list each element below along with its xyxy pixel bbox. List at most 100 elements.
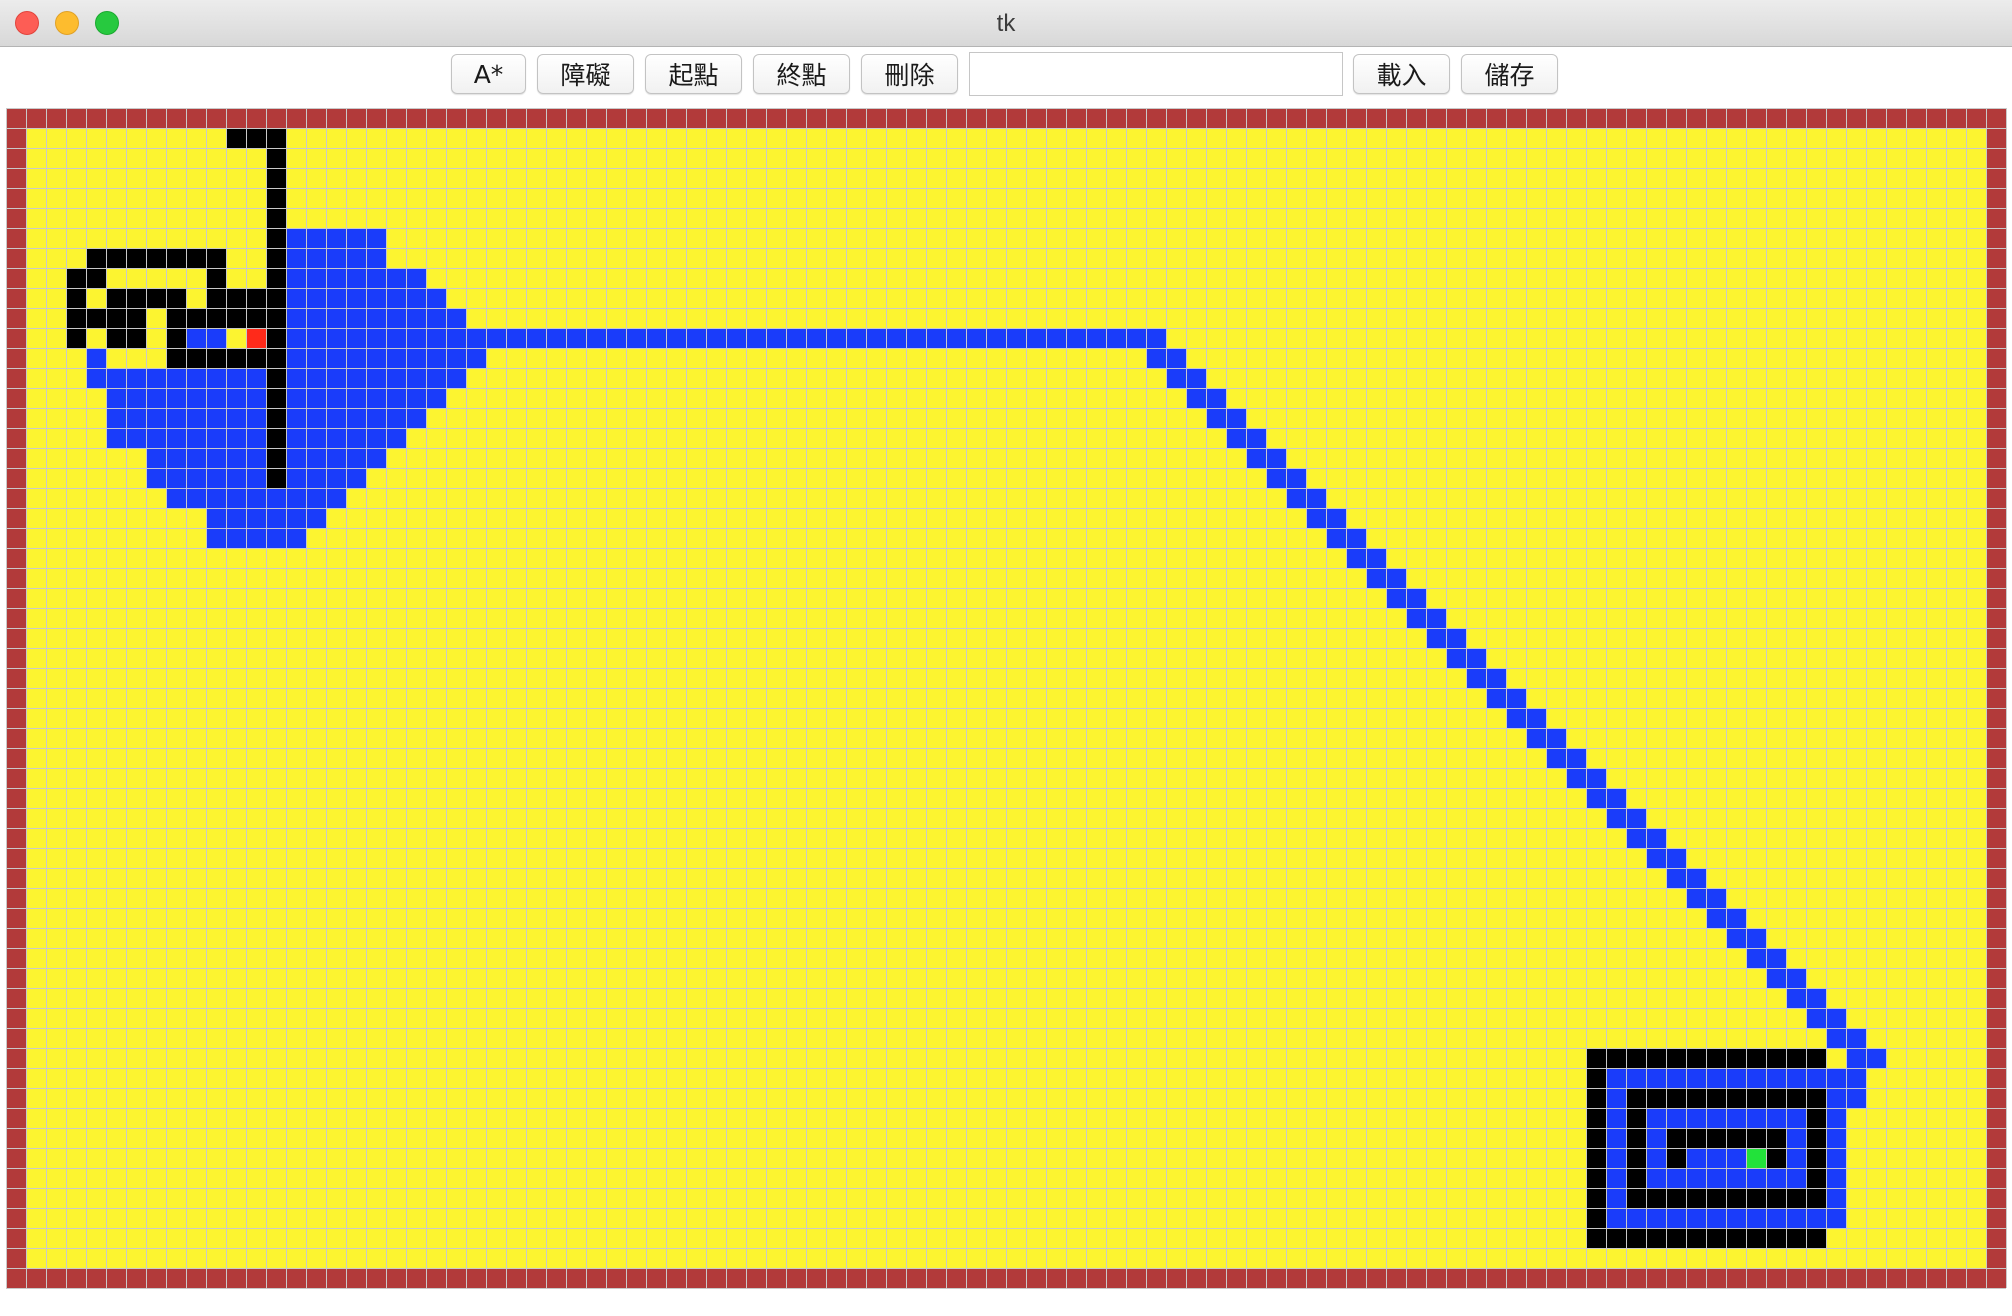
- grid-cell-explored: [386, 388, 406, 408]
- grid-cell-border: [246, 108, 266, 128]
- grid-cell-border: [1986, 668, 2006, 688]
- grid-cell-explored: [346, 368, 366, 388]
- grid-cell-border: [6, 728, 26, 748]
- grid-cell-explored: [1726, 1068, 1746, 1088]
- grid-cell-border: [146, 108, 166, 128]
- obstacle-button[interactable]: 障礙: [537, 54, 634, 94]
- grid-cell-explored: [346, 288, 366, 308]
- grid-cell-border: [1986, 1028, 2006, 1048]
- app-window: tk A* 障礙 起點 終點 刪除 載入 儲存: [0, 0, 2012, 1316]
- grid-cell-explored: [1706, 1148, 1726, 1168]
- save-button[interactable]: 儲存: [1461, 54, 1558, 94]
- grid-cell-explored: [1486, 688, 1506, 708]
- grid-cell-explored: [1646, 1208, 1666, 1228]
- grid-cell-border: [546, 1268, 566, 1288]
- grid-cell-explored: [1646, 1128, 1666, 1148]
- grid-cell-explored: [126, 408, 146, 428]
- grid-cell-obstacle: [1666, 1188, 1686, 1208]
- grid-cell-explored: [186, 468, 206, 488]
- grid-cell-border: [366, 108, 386, 128]
- grid-cell-explored: [166, 368, 186, 388]
- start-point-button[interactable]: 起點: [645, 54, 742, 94]
- grid-cell-explored: [226, 368, 246, 388]
- grid-cell-border: [6, 128, 26, 148]
- grid-cell-explored: [286, 228, 306, 248]
- grid-cell-explored: [1846, 1048, 1866, 1068]
- grid-cell-explored: [286, 308, 306, 328]
- grid-cell-border: [826, 108, 846, 128]
- grid-cell-explored: [426, 348, 446, 368]
- grid-cell-border: [1206, 1268, 1226, 1288]
- grid-cell-explored: [286, 368, 306, 388]
- grid-cell-border: [6, 988, 26, 1008]
- grid-cell-explored: [1746, 1168, 1766, 1188]
- grid-cell-border: [1986, 508, 2006, 528]
- grid-cell-obstacle: [1586, 1068, 1606, 1088]
- grid-cell-obstacle: [206, 288, 226, 308]
- grid-cell-border: [1986, 588, 2006, 608]
- grid-cell-border: [1606, 108, 1626, 128]
- grid-cell-border: [1286, 108, 1306, 128]
- grid-cell-explored: [1606, 1088, 1626, 1108]
- grid-cell-obstacle: [1686, 1188, 1706, 1208]
- grid-cell-explored: [1586, 788, 1606, 808]
- grid-cell-border: [726, 108, 746, 128]
- grid-cell-explored: [426, 368, 446, 388]
- grid-cell-explored: [406, 388, 426, 408]
- grid-cell-explored: [1786, 1148, 1806, 1168]
- grid-cell-explored: [446, 308, 466, 328]
- grid-cell-border: [6, 908, 26, 928]
- grid-cell-obstacle: [186, 308, 206, 328]
- grid-cell-border: [1986, 608, 2006, 628]
- grid-cell-explored: [1286, 468, 1306, 488]
- grid-cell-explored: [746, 328, 766, 348]
- grid-cell-explored: [1266, 448, 1286, 468]
- grid-cell-border: [6, 968, 26, 988]
- grid-cell-explored: [1406, 588, 1426, 608]
- grid-cell-border: [766, 108, 786, 128]
- grid-cell-border: [126, 1268, 146, 1288]
- grid-cell-obstacle: [1766, 1148, 1786, 1168]
- grid-canvas[interactable]: [0, 107, 2012, 1316]
- grid-cell-obstacle: [1626, 1168, 1646, 1188]
- grid-cell-explored: [1026, 328, 1046, 348]
- grid-cell-border: [1986, 188, 2006, 208]
- grid-cell-explored: [226, 508, 246, 528]
- grid-cell-border: [1946, 108, 1966, 128]
- grid-cell-border: [1946, 1268, 1966, 1288]
- grid-cell-explored: [166, 488, 186, 508]
- grid-cell-explored: [1266, 468, 1286, 488]
- grid-cell-border: [6, 1228, 26, 1248]
- grid-cell-border: [1986, 768, 2006, 788]
- grid-cell-border: [6, 188, 26, 208]
- grid-cell-obstacle: [126, 248, 146, 268]
- grid-cell-border: [1406, 108, 1426, 128]
- grid-cell-explored: [226, 468, 246, 488]
- grid-cell-explored: [506, 328, 526, 348]
- filename-input[interactable]: [969, 52, 1343, 96]
- grid-cell-border: [386, 108, 406, 128]
- grid-cell-border: [866, 108, 886, 128]
- end-point-button[interactable]: 終點: [753, 54, 850, 94]
- grid-cell-explored: [1766, 1168, 1786, 1188]
- grid-cell-border: [1986, 1188, 2006, 1208]
- load-button[interactable]: 載入: [1353, 54, 1450, 94]
- grid-cell-explored: [1326, 508, 1346, 528]
- title-bar: tk: [0, 0, 2012, 47]
- grid-cell-explored: [346, 328, 366, 348]
- grid-cell-obstacle: [266, 448, 286, 468]
- grid-cell-border: [306, 1268, 326, 1288]
- grid-cell-explored: [1686, 868, 1706, 888]
- grid-cell-border: [1986, 408, 2006, 428]
- grid-cell-border: [326, 1268, 346, 1288]
- grid-cell-explored: [206, 448, 226, 468]
- grid-cell-border: [6, 828, 26, 848]
- grid-cell-border: [926, 1268, 946, 1288]
- grid-cell-explored: [326, 288, 346, 308]
- grid-cell-border: [6, 848, 26, 868]
- astar-button[interactable]: A*: [451, 54, 526, 94]
- grid-cell-explored: [326, 368, 346, 388]
- grid-cell-explored: [306, 248, 326, 268]
- delete-button[interactable]: 刪除: [861, 54, 958, 94]
- grid-cell-explored: [306, 468, 326, 488]
